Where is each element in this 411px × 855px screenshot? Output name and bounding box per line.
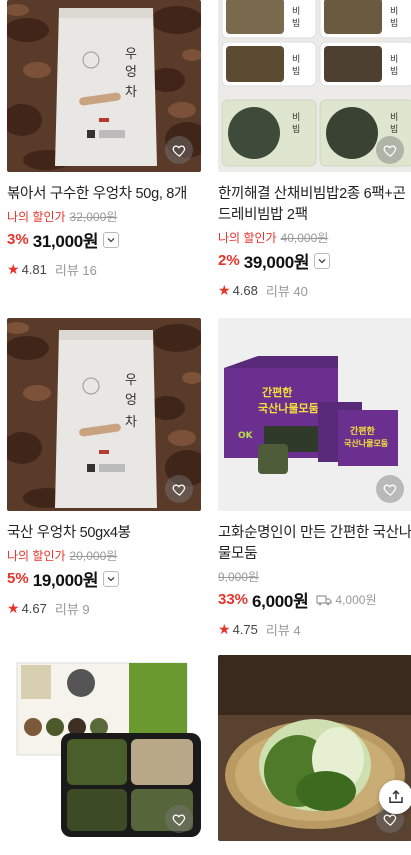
price-detail-chevron-icon[interactable]: [314, 252, 331, 269]
svg-text:차: 차: [125, 415, 137, 430]
discount-rate: 2%: [218, 252, 240, 269]
original-price: 20,000원: [69, 549, 118, 563]
discount-info: 나의 할인가 40,000원: [218, 229, 411, 246]
star-icon: ★: [7, 600, 20, 616]
original-price: 40,000원: [280, 231, 329, 245]
review-count[interactable]: 리뷰 9: [55, 599, 90, 618]
discount-rate: 3%: [7, 231, 29, 248]
rating-value: 4.68: [232, 283, 258, 298]
svg-text:비: 비: [292, 112, 300, 123]
svg-text:빔: 빔: [390, 124, 398, 135]
sale-price: 31,000원: [32, 232, 99, 251]
review-count[interactable]: 리뷰 16: [55, 260, 97, 279]
product-title[interactable]: 국산 우엉차 50gx4봉: [7, 523, 201, 544]
sale-price: 19,000원: [32, 571, 99, 590]
product-card[interactable]: 우 엉 차 볶아서 구수한 우엉차 50g, 8개 나의 할인가 32,000원…: [7, 0, 201, 279]
sale-price: 39,000원: [243, 253, 310, 272]
svg-text:간편한: 간편한: [262, 385, 292, 399]
product-image[interactable]: 우 엉 차: [7, 0, 201, 172]
price-detail-chevron-icon[interactable]: [103, 570, 120, 587]
star-icon: ★: [218, 621, 231, 637]
promo-label: 나의 할인가: [7, 549, 66, 563]
product-card[interactable]: 비빔 비빔 비빔 비빔 비빔 비빔 한끼해결 산채비빔밥2종 6팩+곤드레비빔밥…: [218, 0, 411, 300]
product-grid: 우 엉 차 볶아서 구수한 우엉차 50g, 8개 나의 할인가 32,000원…: [0, 0, 411, 855]
product-image[interactable]: [7, 655, 201, 841]
svg-text:빔: 빔: [292, 18, 300, 29]
original-price: 32,000원: [69, 210, 118, 224]
svg-text:비: 비: [390, 112, 398, 123]
shipping-fee-value: 4,000원: [335, 593, 377, 607]
product-title[interactable]: 한끼해결 산채비빔밥2종 6팩+곤드레비빔밥 2팩: [218, 184, 411, 226]
product-title[interactable]: 고화순명인이 만든 간편한 국산나물모둠: [218, 523, 411, 565]
discount-rate: 33%: [218, 591, 249, 608]
discount-info: 나의 할인가 32,000원: [7, 208, 201, 225]
discount-rate: 5%: [7, 570, 29, 587]
wishlist-heart-icon[interactable]: [376, 136, 404, 164]
price-row: 3% 31,000원: [7, 227, 201, 252]
product-image[interactable]: [218, 655, 411, 841]
svg-text:비: 비: [390, 54, 398, 65]
promo-label: 나의 할인가: [7, 210, 66, 224]
price-detail-chevron-icon[interactable]: [103, 231, 120, 248]
truck-icon: [316, 594, 333, 605]
svg-text:엉: 엉: [125, 65, 137, 80]
discount-info: 나의 할인가 20,000원: [7, 547, 201, 564]
product-image[interactable]: 비빔 비빔 비빔 비빔 비빔 비빔: [218, 0, 411, 172]
product-card[interactable]: 우 엉 차 국산 우엉차 50gx4봉 나의 할인가 20,000원 5% 19…: [7, 318, 201, 618]
share-icon: [389, 789, 403, 803]
rating-row: ★ 4.68 리뷰 40: [218, 281, 411, 300]
svg-text:비: 비: [292, 54, 300, 65]
product-title[interactable]: 볶아서 구수한 우엉차 50g, 8개: [7, 184, 201, 205]
share-button[interactable]: [379, 780, 411, 814]
product-card[interactable]: [7, 655, 201, 841]
rating-row: ★ 4.81 리뷰 16: [7, 260, 201, 279]
sale-price: 6,000원: [252, 592, 309, 611]
product-card[interactable]: 간편한 국산나물모둠 OK 간편한 국산나물모둠 고화순명인이 만든 간편한 국…: [218, 318, 411, 639]
svg-text:빔: 빔: [292, 66, 300, 77]
price-row: 5% 19,000원: [7, 566, 201, 591]
rating-value: 4.67: [21, 601, 47, 616]
review-count[interactable]: 리뷰 40: [266, 281, 308, 300]
svg-text:빔: 빔: [390, 18, 398, 29]
star-icon: ★: [218, 282, 231, 298]
wishlist-heart-icon[interactable]: [165, 136, 193, 164]
svg-text:우: 우: [125, 47, 137, 62]
svg-text:국산나물모둠: 국산나물모둠: [258, 401, 319, 415]
svg-text:비: 비: [390, 6, 398, 17]
wishlist-heart-icon[interactable]: [165, 805, 193, 833]
product-card[interactable]: [218, 655, 411, 841]
product-image[interactable]: 간편한 국산나물모둠 OK 간편한 국산나물모둠: [218, 318, 411, 511]
svg-text:우: 우: [125, 373, 137, 388]
price-row: 33% 6,000원 4,000원: [218, 587, 411, 612]
rating-row: ★ 4.67 리뷰 9: [7, 599, 201, 618]
rating-value: 4.81: [21, 262, 47, 277]
svg-text:차: 차: [125, 85, 137, 100]
shipping-fee: 4,000원: [316, 591, 377, 608]
product-image[interactable]: 우 엉 차: [7, 318, 201, 511]
star-icon: ★: [7, 261, 20, 277]
original-price: 9,000원: [218, 570, 260, 584]
svg-text:빔: 빔: [390, 66, 398, 77]
svg-text:빔: 빔: [292, 124, 300, 135]
review-count[interactable]: 리뷰 4: [266, 620, 301, 639]
rating-value: 4.75: [232, 622, 258, 637]
price-row: 2% 39,000원: [218, 248, 411, 273]
svg-text:OK: OK: [238, 431, 254, 441]
rating-row: ★ 4.75 리뷰 4: [218, 620, 411, 639]
svg-text:간편한: 간편한: [350, 425, 376, 437]
wishlist-heart-icon[interactable]: [165, 475, 193, 503]
svg-text:국산나물모둠: 국산나물모둠: [344, 438, 389, 448]
promo-label: 나의 할인가: [218, 231, 277, 245]
svg-text:비: 비: [292, 6, 300, 17]
wishlist-heart-icon[interactable]: [376, 475, 404, 503]
discount-info: 9,000원: [218, 568, 411, 585]
svg-text:엉: 엉: [125, 393, 137, 408]
